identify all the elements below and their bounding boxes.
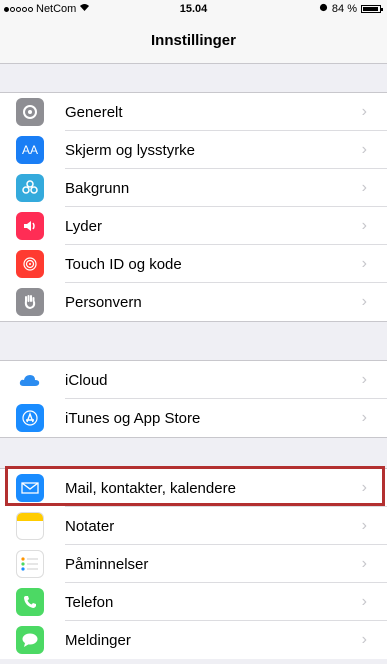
chevron-right-icon: › — [361, 141, 367, 158]
messages-icon — [16, 626, 44, 654]
chevron-right-icon: › — [361, 293, 367, 310]
app-store-icon — [16, 404, 44, 432]
settings-row-notes[interactable]: Notater › — [0, 507, 387, 545]
settings-group-apps: Mail, kontakter, kalendere › Notater › P… — [0, 468, 387, 659]
settings-row-label: Lyder — [65, 217, 102, 235]
settings-row-messages[interactable]: Meldinger › — [0, 621, 387, 659]
navigation-bar: Innstillinger — [0, 18, 387, 64]
settings-row-label: Telefon — [65, 593, 114, 611]
notes-icon — [16, 512, 44, 540]
settings-row-mail-contacts-calendars[interactable]: Mail, kontakter, kalendere › — [0, 469, 387, 507]
settings-row-label: Meldinger — [65, 631, 131, 649]
reminders-icon — [16, 550, 44, 578]
display-icon: AA — [16, 136, 44, 164]
settings-row-label: Personvern — [65, 293, 142, 311]
settings-row-wallpaper[interactable]: Bakgrunn › — [0, 169, 387, 207]
battery-percentage: 84 % — [331, 3, 357, 15]
settings-row-label: Påminnelser — [65, 555, 149, 573]
chevron-right-icon: › — [361, 479, 367, 496]
gear-icon — [16, 98, 44, 126]
chevron-right-icon: › — [361, 555, 367, 572]
chevron-right-icon: › — [361, 103, 367, 120]
settings-row-label: Skjerm og lysstyrke — [65, 141, 196, 159]
settings-row-phone[interactable]: Telefon › — [0, 583, 387, 621]
settings-row-touch-id[interactable]: Touch ID og kode › — [0, 245, 387, 283]
settings-row-reminders[interactable]: Påminnelser › — [0, 545, 387, 583]
fingerprint-icon — [16, 250, 44, 278]
settings-row-general[interactable]: Generelt › — [0, 93, 387, 131]
page-title: Innstillinger — [150, 32, 236, 49]
chevron-right-icon: › — [361, 631, 367, 648]
cloud-icon — [16, 366, 44, 394]
settings-row-label: Touch ID og kode — [65, 255, 182, 273]
alarm-icon — [319, 0, 328, 18]
chevron-right-icon: › — [361, 255, 367, 272]
settings-row-icloud[interactable]: iCloud › — [0, 361, 387, 399]
settings-row-label: Generelt — [65, 103, 123, 121]
settings-row-privacy[interactable]: Personvern › — [0, 283, 387, 321]
settings-row-label: Mail, kontakter, kalendere — [65, 479, 236, 497]
hand-icon — [16, 288, 44, 316]
settings-row-label: Notater — [65, 517, 115, 535]
chevron-right-icon: › — [361, 409, 367, 426]
settings-group-general: Generelt › AA Skjerm og lysstyrke › Bakg… — [0, 92, 387, 322]
chevron-right-icon: › — [361, 517, 367, 534]
battery-icon — [361, 5, 383, 13]
settings-row-itunes-app-store[interactable]: iTunes og App Store › — [0, 399, 387, 437]
status-bar: NetCom 15.04 84 % — [0, 0, 387, 18]
chevron-right-icon: › — [361, 593, 367, 610]
settings-row-sounds[interactable]: Lyder › — [0, 207, 387, 245]
chevron-right-icon: › — [361, 217, 367, 234]
phone-icon — [16, 588, 44, 616]
settings-row-label: Bakgrunn — [65, 179, 130, 197]
speaker-icon — [16, 212, 44, 240]
wallpaper-icon — [16, 174, 44, 202]
chevron-right-icon: › — [361, 179, 367, 196]
settings-row-label: iTunes og App Store — [65, 409, 201, 427]
battery-area: 84 % — [319, 0, 383, 18]
chevron-right-icon: › — [361, 371, 367, 388]
settings-group-accounts: iCloud › iTunes og App Store › — [0, 360, 387, 438]
settings-row-display-brightness[interactable]: AA Skjerm og lysstyrke › — [0, 131, 387, 169]
settings-row-label: iCloud — [65, 371, 108, 389]
mail-icon — [16, 474, 44, 502]
